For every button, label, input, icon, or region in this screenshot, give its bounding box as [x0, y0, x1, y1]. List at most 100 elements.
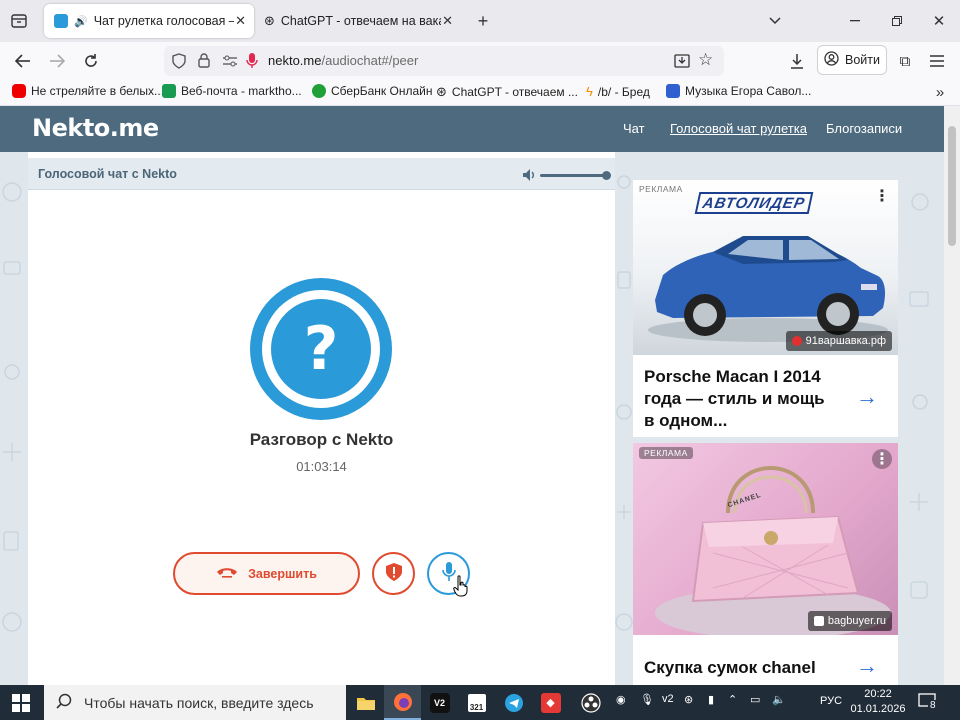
bookmark-item[interactable]: ⊛ ChatGPT - отвечаем ... [436, 84, 578, 100]
back-arrow-icon[interactable] [12, 50, 34, 72]
ad-more-options-icon[interactable]: ⋮ [872, 186, 892, 206]
bookmark-item[interactable]: Музыка Егора Савол... [666, 84, 811, 98]
site-logo[interactable]: Nekto.me [32, 114, 159, 142]
volume-slider[interactable] [522, 167, 612, 183]
conversation-title: Разговор с Nekto [249, 430, 394, 449]
downloads-icon[interactable] [786, 50, 808, 72]
avatar-ring: ? [262, 290, 380, 408]
tray-v2-icon[interactable]: v2 [662, 693, 674, 705]
end-call-button[interactable]: Завершить [173, 552, 360, 595]
tray-language[interactable]: РУС [820, 695, 842, 707]
calendar-app-icon[interactable]: 321 [458, 685, 495, 720]
ad-card-chanel[interactable]: CHANEL РЕКЛАМА ⋮ bagbuyer.ru Скупка сумо… [633, 443, 898, 685]
taskbar-search-placeholder: Чтобы начать поиск, введите здесь [84, 694, 314, 711]
notification-center-button[interactable]: 8 [918, 691, 942, 713]
v2-app-icon[interactable]: V2 [421, 685, 458, 720]
ad-headline[interactable]: Porsche Macan I 2014 года — стиль и мощь… [644, 366, 834, 432]
browser-nav-bar: nekto.me/audiochat#/peer ☆ Войти ⧉ [0, 42, 960, 80]
telegram-icon[interactable] [495, 685, 532, 720]
ad-headline[interactable]: Скупка сумок chanel [644, 657, 834, 679]
nav-voice-chat[interactable]: Голосовой чат рулетка [670, 121, 807, 136]
ad-image[interactable]: CHANEL РЕКЛАМА ⋮ bagbuyer.ru [633, 443, 898, 635]
mail-icon [162, 84, 176, 98]
permissions-icon[interactable] [222, 54, 238, 71]
reader-view-icon[interactable] [674, 53, 690, 72]
restore-window-icon[interactable] [882, 10, 912, 32]
nav-blog[interactable]: Блогозаписи [826, 121, 902, 136]
chat-header-title: Голосовой чат с Nekto [38, 167, 177, 181]
close-window-icon[interactable]: ✕ [924, 10, 954, 32]
ad-more-options-icon[interactable]: ⋮ [872, 449, 892, 469]
extensions-icon[interactable]: ⧉ [894, 50, 916, 72]
taskbar-clock[interactable]: 20:22 01.01.2026 [846, 687, 910, 717]
file-explorer-icon[interactable] [347, 685, 384, 720]
anydesk-icon[interactable]: ◆ [532, 685, 569, 720]
reload-icon[interactable] [80, 50, 102, 72]
tray-microphone-icon[interactable]: ▮ [708, 693, 714, 706]
ad-source-badge[interactable]: bagbuyer.ru [807, 611, 892, 631]
windows-start-icon[interactable] [12, 694, 30, 712]
tab-chatgpt[interactable]: ⊛ ChatGPT - отвечаем на ваканс ✕ [256, 4, 461, 38]
bookmark-item[interactable]: СберБанк Онлайн [312, 84, 432, 98]
close-tab-icon[interactable]: ✕ [442, 13, 453, 29]
arrow-right-icon[interactable]: → [856, 384, 878, 410]
bookmark-item[interactable]: ϟ /b/ - Бред [586, 84, 650, 99]
music-icon [666, 84, 680, 98]
clock-date: 01.01.2026 [850, 703, 906, 715]
autolider-logo: АВТОЛИДЕР [694, 192, 814, 214]
ad-card-porsche[interactable]: РЕКЛАМА АВТОЛИДЕР ⋮ 91варшавка.рф Porsch… [633, 180, 898, 437]
tab-list-icon[interactable] [8, 10, 30, 32]
search-icon [56, 693, 72, 712]
report-button[interactable] [372, 552, 415, 595]
taskbar-search[interactable]: Чтобы начать поиск, введите здесь [44, 685, 346, 720]
page-scrollbar[interactable] [944, 106, 960, 685]
volume-track[interactable] [540, 174, 606, 177]
nav-chat[interactable]: Чат [623, 121, 645, 136]
menu-hamburger-icon[interactable] [926, 50, 948, 72]
obs-icon[interactable] [572, 685, 609, 720]
ad-source-label: bagbuyer.ru [827, 615, 886, 627]
clock-time: 20:22 [864, 688, 892, 700]
volume-knob[interactable] [602, 171, 611, 180]
ad-image[interactable]: РЕКЛАМА АВТОЛИДЕР ⋮ 91варшавка.рф [633, 180, 898, 355]
firefox-icon[interactable] [384, 685, 421, 720]
windows-taskbar: Чтобы начать поиск, введите здесь V2 321… [0, 685, 960, 720]
tab-title: Чат рулетка голосовая — Не [93, 14, 234, 28]
red-logo-icon [791, 336, 802, 346]
address-bar[interactable]: nekto.me/audiochat#/peer ☆ [164, 46, 724, 76]
bookmark-item[interactable]: Не стреляйте в белых... [12, 84, 164, 98]
bookmarks-bar: Не стреляйте в белых... Веб-почта - mark… [0, 80, 960, 106]
tray-mic-icon[interactable]: 🎙 [640, 693, 654, 706]
site-header: Nekto.me Чат Голосовой чат рулетка Блого… [0, 106, 944, 152]
url-text[interactable]: nekto.me/audiochat#/peer [268, 53, 418, 68]
microphone-active-icon[interactable] [246, 52, 258, 72]
tab-nekto[interactable]: 🔊 Чат рулетка голосовая — Не ✕ [44, 4, 254, 38]
tray-network-icon[interactable]: ▭ [750, 693, 760, 706]
tab-overflow-chevron-icon[interactable] [764, 10, 786, 32]
tray-volume-icon[interactable]: 🔈 [772, 693, 786, 706]
speaker-playing-icon[interactable]: 🔊 [74, 15, 88, 28]
sberbank-icon [312, 84, 326, 98]
tray-obs-icon[interactable]: ◉ [616, 693, 626, 706]
login-button[interactable]: Войти [817, 45, 887, 75]
end-call-label: Завершить [248, 566, 317, 581]
tray-up-chevron-icon[interactable]: ⌃ [728, 693, 737, 706]
new-tab-icon[interactable]: + [472, 10, 494, 32]
forward-arrow-icon[interactable] [46, 50, 68, 72]
bookmarks-overflow-icon[interactable]: » [930, 82, 950, 102]
ad-label: РЕКЛАМА [639, 184, 683, 194]
bookmark-item[interactable]: Веб-почта - markthо... [162, 84, 302, 98]
tray-vpn-icon[interactable]: ⊛ [684, 693, 693, 706]
arrow-right-icon[interactable]: → [856, 653, 878, 679]
close-tab-icon[interactable]: ✕ [235, 13, 246, 29]
scrollbar-thumb[interactable] [948, 126, 956, 246]
ad-source-badge[interactable]: 91варшавка.рф [785, 331, 892, 351]
hang-up-phone-icon [216, 566, 238, 581]
minimize-window-icon[interactable] [840, 10, 870, 32]
bookmark-star-icon[interactable]: ☆ [698, 50, 713, 70]
speaker-icon[interactable] [522, 168, 537, 185]
tracking-shield-icon[interactable] [172, 53, 186, 72]
youtube-icon [12, 84, 26, 98]
lock-icon[interactable] [198, 53, 210, 71]
chat-header: Голосовой чат с Nekto [28, 158, 615, 190]
